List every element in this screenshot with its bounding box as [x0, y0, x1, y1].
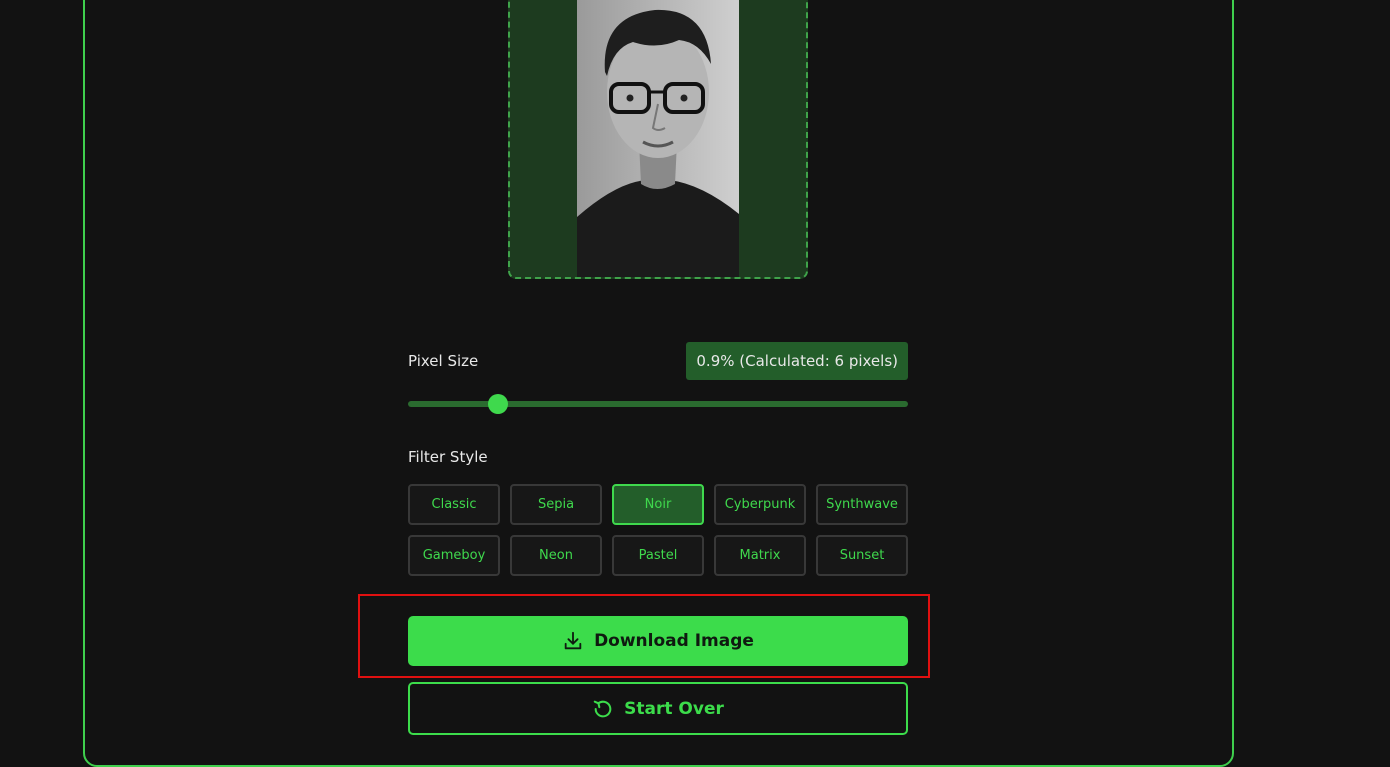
- filter-style-grid: Classic Sepia Noir Cyberpunk Synthwave G…: [408, 484, 908, 576]
- image-preview: [508, 0, 808, 279]
- filter-style-label: Filter Style: [408, 448, 488, 466]
- download-icon: [562, 630, 584, 652]
- filter-pastel-button[interactable]: Pastel: [612, 535, 704, 576]
- download-image-button[interactable]: Download Image: [408, 616, 908, 666]
- filter-noir-button[interactable]: Noir: [612, 484, 704, 525]
- filter-cyberpunk-button[interactable]: Cyberpunk: [714, 484, 806, 525]
- filter-gameboy-button[interactable]: Gameboy: [408, 535, 500, 576]
- slider-thumb[interactable]: [488, 394, 508, 414]
- controls-panel: Pixel Size 0.9% (Calculated: 6 pixels) F…: [408, 340, 908, 576]
- pixel-size-label: Pixel Size: [408, 352, 479, 370]
- start-over-button[interactable]: Start Over: [408, 682, 908, 735]
- filter-sepia-button[interactable]: Sepia: [510, 484, 602, 525]
- filter-matrix-button[interactable]: Matrix: [714, 535, 806, 576]
- download-image-label: Download Image: [594, 631, 754, 651]
- start-over-label: Start Over: [624, 698, 724, 719]
- filter-sunset-button[interactable]: Sunset: [816, 535, 908, 576]
- filter-neon-button[interactable]: Neon: [510, 535, 602, 576]
- pixel-size-slider[interactable]: [408, 394, 908, 414]
- filter-synthwave-button[interactable]: Synthwave: [816, 484, 908, 525]
- pixel-size-value-badge: 0.9% (Calculated: 6 pixels): [686, 342, 908, 380]
- portrait-image: [577, 0, 739, 277]
- refresh-icon: [592, 698, 614, 720]
- filter-classic-button[interactable]: Classic: [408, 484, 500, 525]
